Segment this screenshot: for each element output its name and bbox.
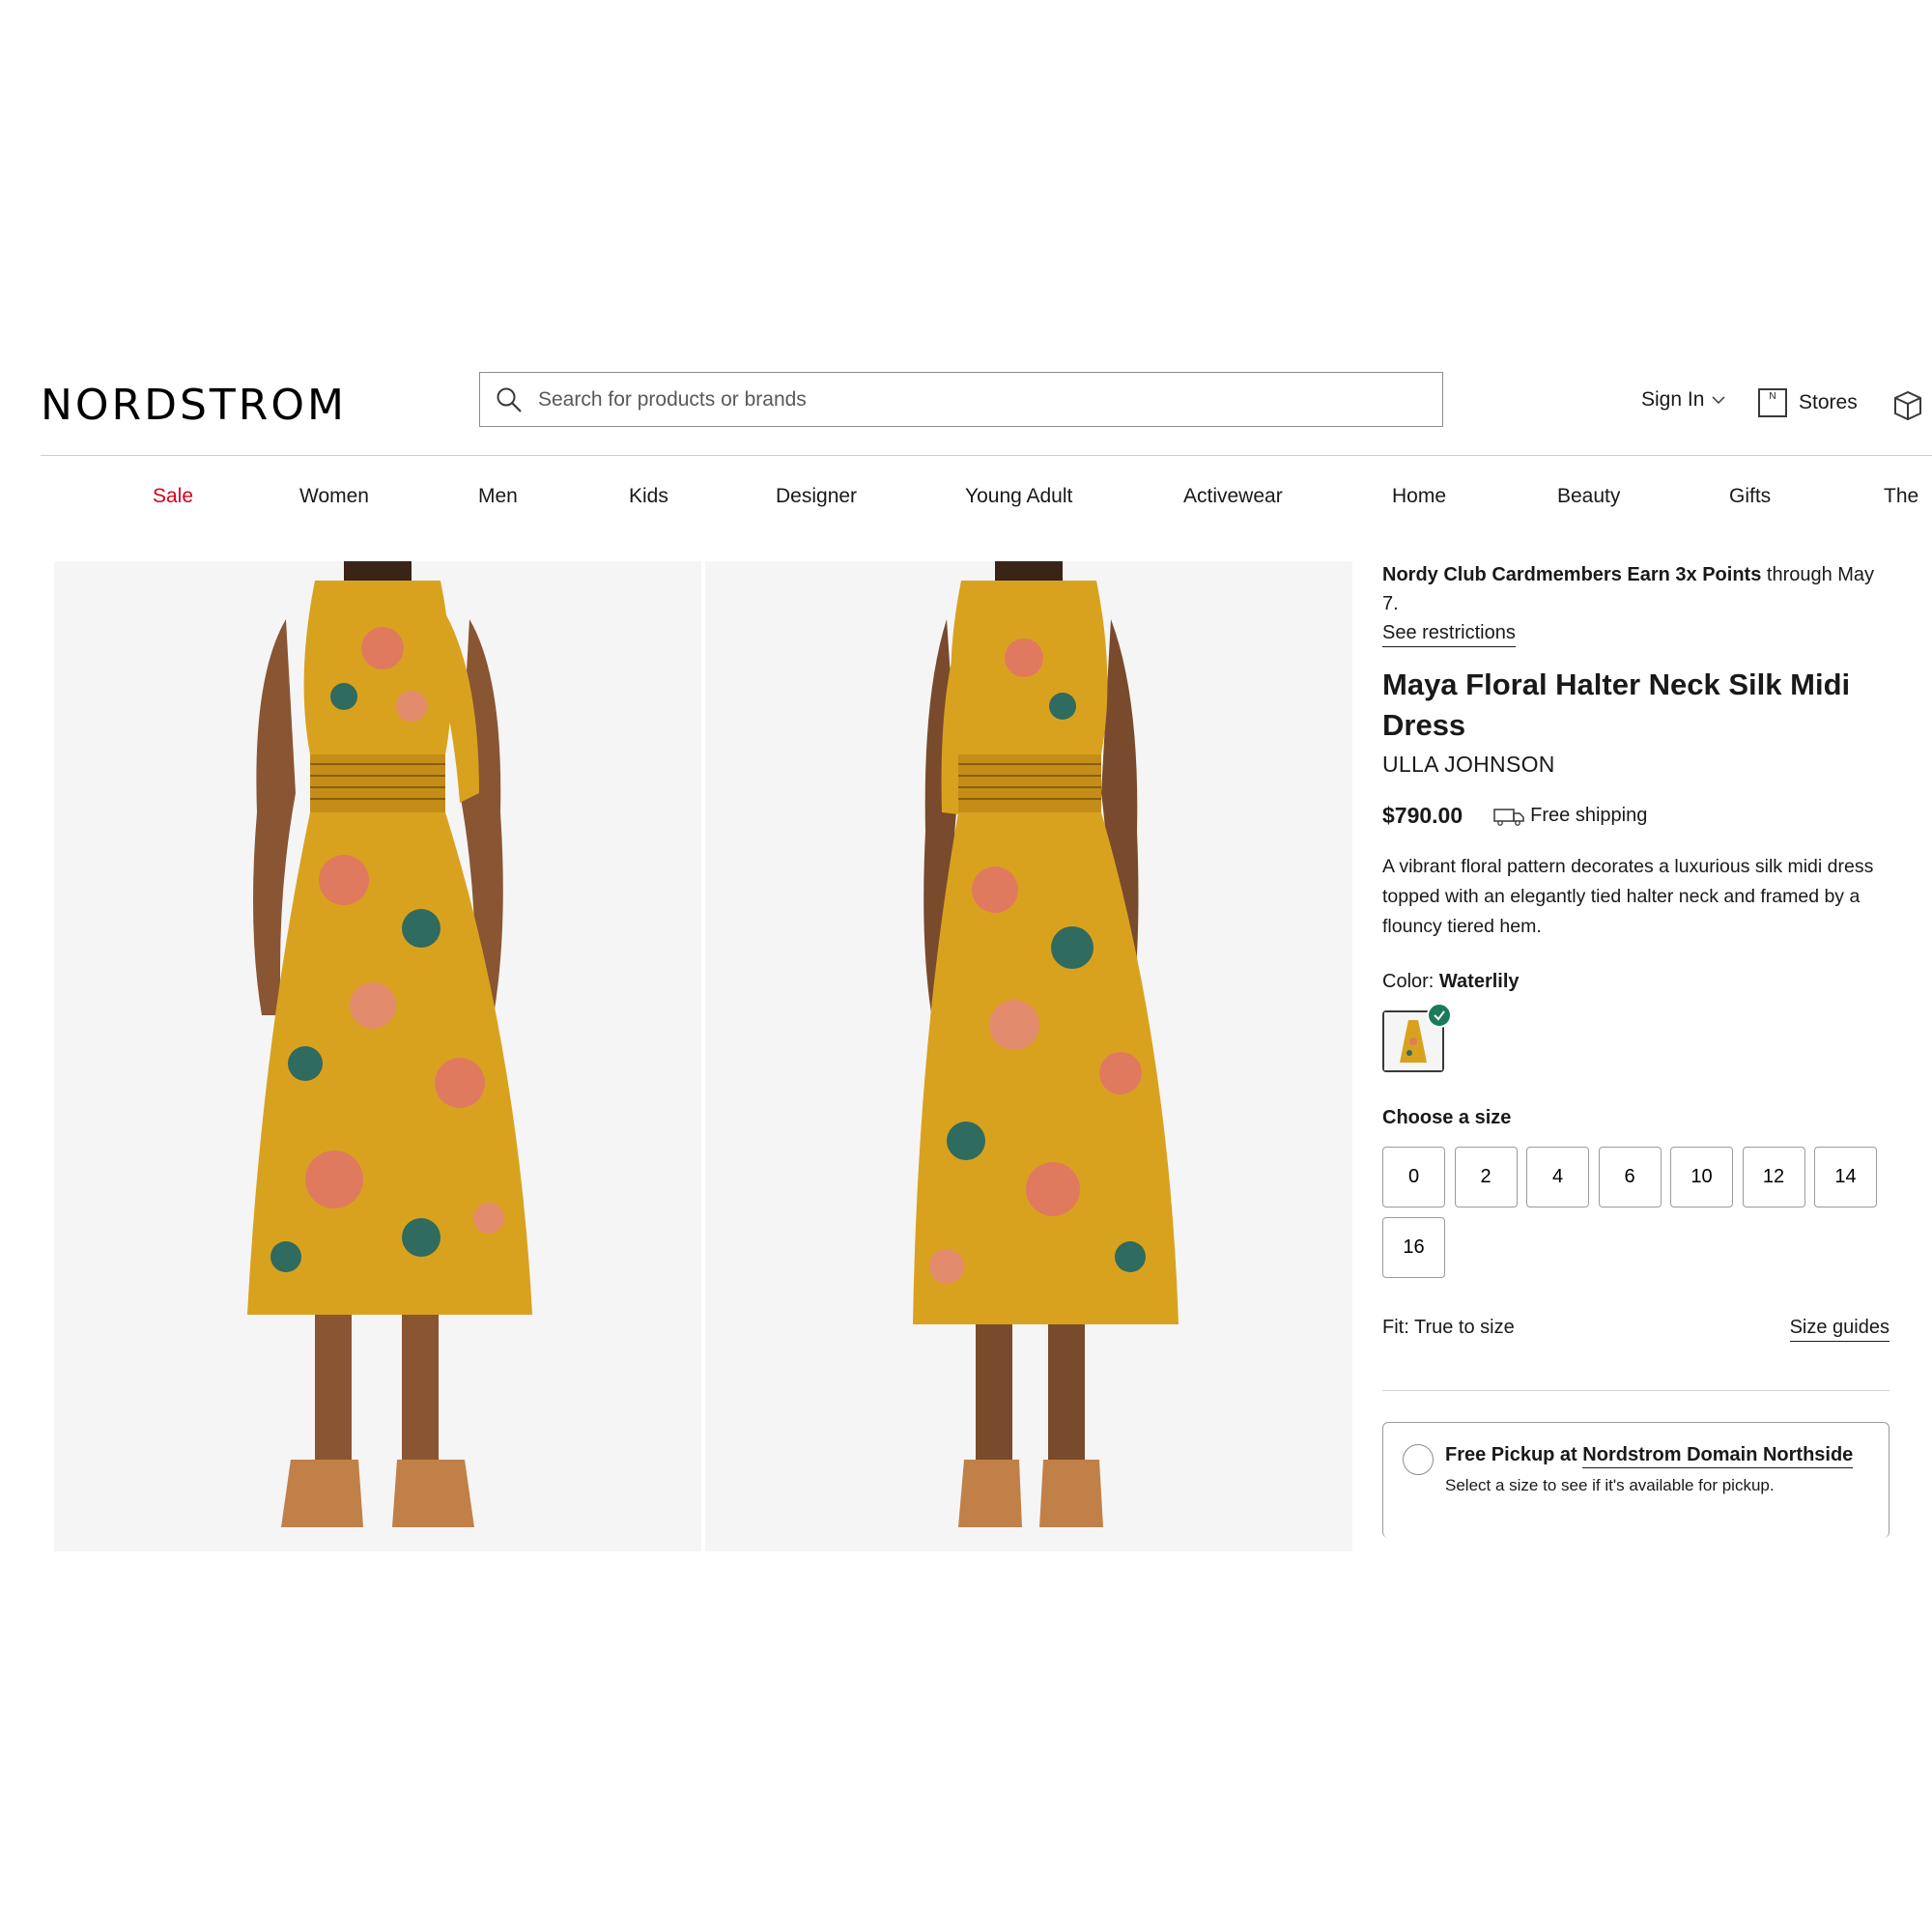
fit-row: Fit: True to size Size guides — [1382, 1317, 1889, 1342]
brand-link[interactable]: ULLA JOHNSON — [1382, 752, 1889, 778]
promo-bold: Nordy Club Cardmembers Earn 3x Points — [1382, 564, 1762, 585]
nav-item-beauty[interactable]: Beauty — [1557, 485, 1620, 508]
sign-in-button[interactable]: Sign In — [1641, 388, 1725, 412]
nav-item-designer[interactable]: Designer — [776, 485, 857, 508]
stores-button[interactable]: N Stores — [1758, 388, 1858, 417]
product-image-front[interactable] — [54, 561, 701, 1551]
color-value: Waterlily — [1438, 971, 1520, 992]
color-label: Color: Waterlily — [1382, 971, 1889, 993]
nav-item-the[interactable]: The — [1884, 485, 1918, 508]
pickup-title: Free Pickup at Nordstrom Domain Northsid… — [1445, 1444, 1854, 1468]
details-divider — [1382, 1390, 1889, 1391]
nordstrom-logo[interactable]: NORDSTROM — [41, 381, 347, 430]
product-price: $790.00 — [1382, 803, 1463, 828]
chevron-down-icon — [1712, 396, 1725, 405]
promo-message: Nordy Club Cardmembers Earn 3x Points th… — [1382, 560, 1889, 618]
color-label-prefix: Color: — [1382, 971, 1439, 992]
dress-front-illustration — [54, 561, 701, 1551]
store-icon: N — [1758, 388, 1787, 417]
nav-item-kids[interactable]: Kids — [629, 485, 668, 508]
product-page: NORDSTROM Sign In N Stores Sale Women Me… — [0, 0, 1932, 1932]
size-button-0[interactable]: 0 — [1382, 1147, 1445, 1208]
sign-in-label: Sign In — [1641, 388, 1705, 411]
pickup-radio[interactable] — [1403, 1444, 1434, 1475]
size-button-10[interactable]: 10 — [1670, 1147, 1733, 1208]
size-selector: 0 2 4 6 10 12 14 16 — [1382, 1147, 1889, 1288]
nav-item-men[interactable]: Men — [478, 485, 518, 508]
dress-back-illustration — [705, 561, 1352, 1551]
free-shipping: Free shipping — [1493, 805, 1647, 827]
pickup-note: Select a size to see if it's available f… — [1445, 1476, 1775, 1494]
product-image-back[interactable] — [705, 561, 1352, 1551]
nav-item-women[interactable]: Women — [299, 485, 369, 508]
choose-size-label: Choose a size — [1382, 1107, 1512, 1128]
header-divider — [41, 455, 1932, 456]
product-description: A vibrant floral pattern decorates a lux… — [1382, 856, 1874, 937]
nav-item-home[interactable]: Home — [1392, 485, 1446, 508]
nav-item-activewear[interactable]: Activewear — [1183, 485, 1283, 508]
shopping-bag-button[interactable] — [1891, 388, 1924, 421]
nav-item-young-adult[interactable]: Young Adult — [965, 485, 1072, 508]
stores-label: Stores — [1799, 391, 1858, 413]
nav-item-sale[interactable]: Sale — [153, 485, 193, 508]
size-button-16[interactable]: 16 — [1382, 1217, 1445, 1278]
nav-item-gifts[interactable]: Gifts — [1729, 485, 1771, 508]
selected-check-icon — [1427, 1003, 1452, 1028]
size-button-2[interactable]: 2 — [1454, 1147, 1518, 1208]
fit-info: Fit: True to size — [1382, 1317, 1515, 1338]
search-bar[interactable] — [479, 372, 1443, 427]
product-title: Maya Floral Halter Neck Silk Midi Dress — [1382, 668, 1851, 742]
see-restrictions-link[interactable]: See restrictions — [1382, 622, 1516, 647]
size-button-6[interactable]: 6 — [1598, 1147, 1662, 1208]
pickup-option[interactable]: Free Pickup at Nordstrom Domain Northsid… — [1382, 1422, 1889, 1538]
truck-icon — [1493, 808, 1524, 826]
main-nav: Sale Women Men Kids Designer Young Adult… — [0, 485, 1932, 514]
bag-icon — [1894, 390, 1921, 421]
price-row: $790.00 Free shipping — [1382, 803, 1889, 829]
size-button-4[interactable]: 4 — [1526, 1147, 1589, 1208]
size-button-12[interactable]: 12 — [1742, 1147, 1805, 1208]
pickup-store-link[interactable]: Nordstrom Domain Northside — [1582, 1444, 1854, 1468]
search-input[interactable] — [538, 387, 1407, 412]
free-shipping-label: Free shipping — [1530, 805, 1648, 826]
size-guides-link[interactable]: Size guides — [1789, 1317, 1889, 1342]
size-button-14[interactable]: 14 — [1814, 1147, 1877, 1208]
color-swatch-waterlily[interactable] — [1382, 1003, 1452, 1072]
product-details: Nordy Club Cardmembers Earn 3x Points th… — [1382, 560, 1889, 1538]
pickup-prefix: Free Pickup at — [1445, 1444, 1583, 1465]
search-icon — [497, 387, 522, 412]
pickup-text: Free Pickup at Nordstrom Domain Northsid… — [1445, 1444, 1854, 1517]
